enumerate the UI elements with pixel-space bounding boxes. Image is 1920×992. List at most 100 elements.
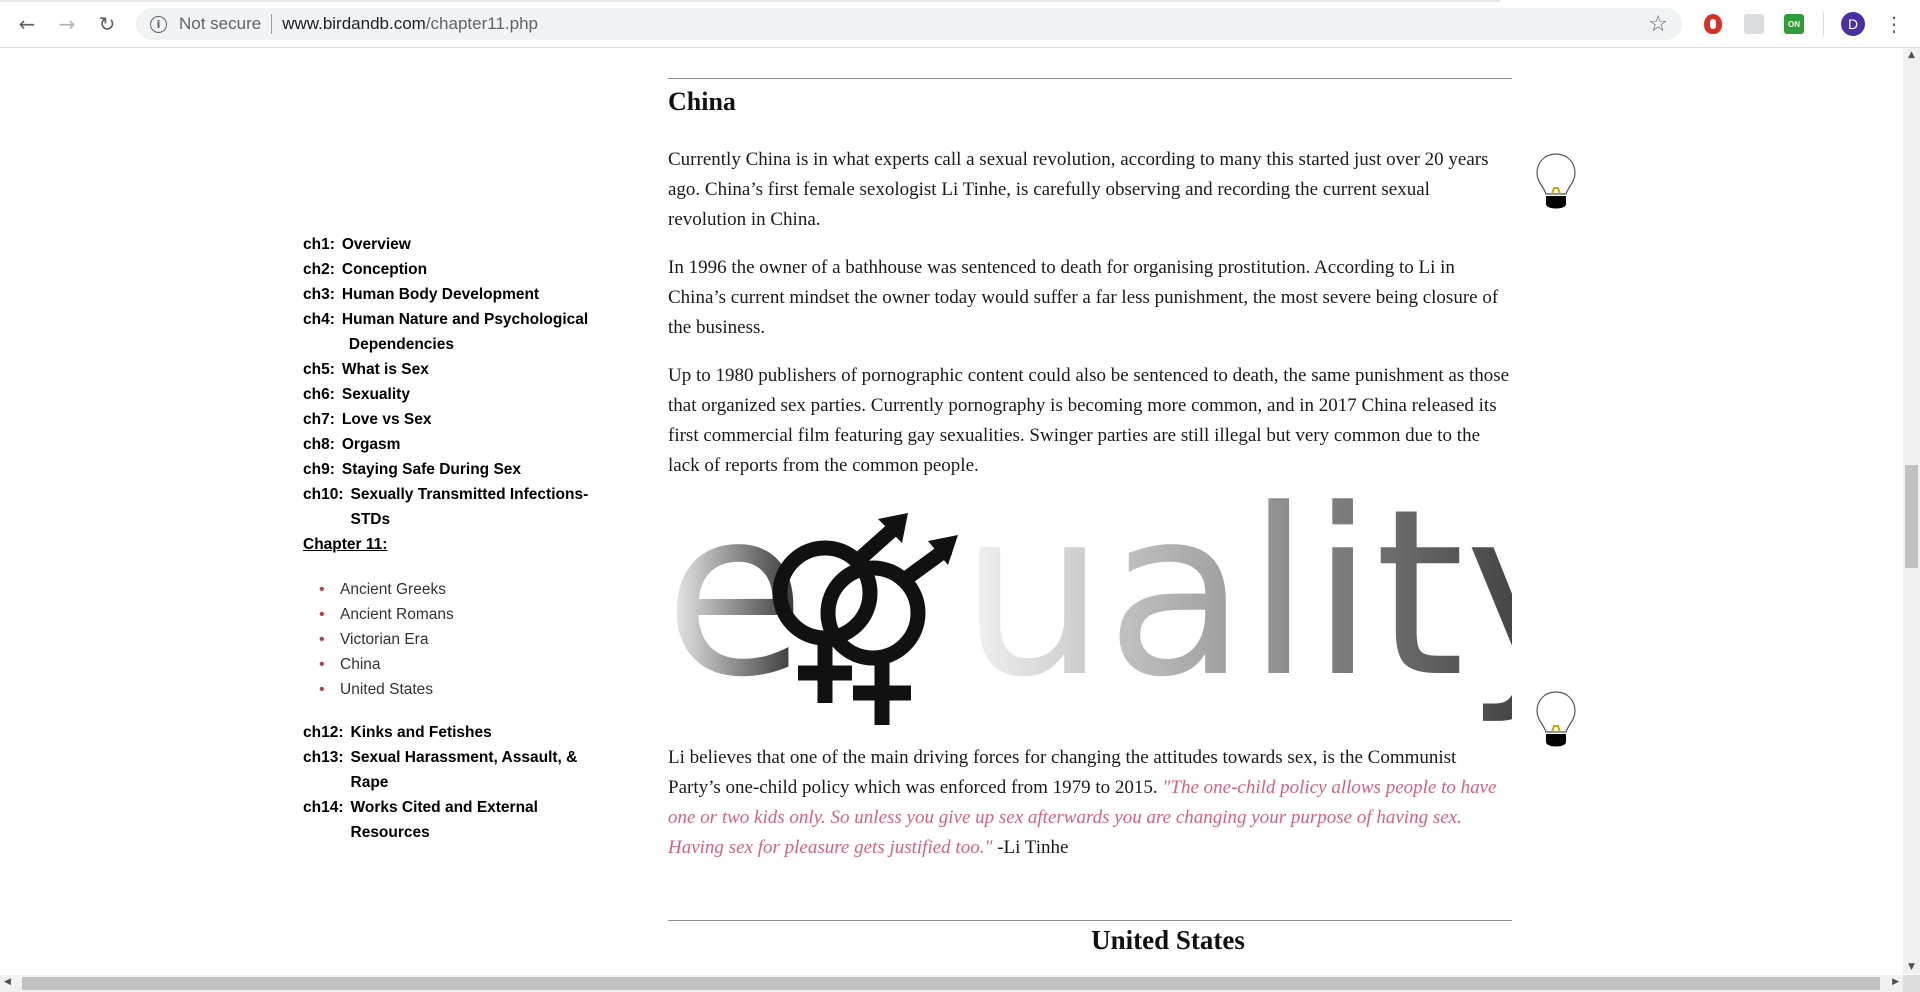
scroll-right-arrow-icon[interactable]: ▶ (1892, 977, 1899, 987)
url-path: /chapter11.php (425, 14, 538, 33)
pdf-extension-icon[interactable] (1744, 14, 1764, 34)
chapter-number: ch5: (303, 361, 335, 378)
chapter-title: Human Nature and Psychological Dependenc… (341, 311, 589, 353)
section-label: Ancient Greeks (340, 581, 446, 598)
section-link[interactable]: • Ancient Romans (303, 602, 593, 627)
chapter-number: ch13: (303, 749, 344, 766)
sidebar-chapter-link[interactable]: ch9: Staying Safe During Sex (303, 457, 593, 482)
security-label: Not secure (179, 14, 262, 33)
chapter-number: ch3: (303, 286, 335, 303)
sidebar-chapter-link[interactable]: ch3: Human Body Development (303, 282, 593, 307)
bullet-icon: • (319, 631, 325, 648)
url-host: www.birdandb.com (282, 14, 426, 33)
sidebar-chapter-link[interactable]: ch8: Orgasm (303, 432, 593, 457)
sidebar-chapter-link[interactable]: ch5: What is Sex (303, 357, 593, 382)
adblock-extension-icon[interactable] (1704, 14, 1722, 34)
chapter-number: ch2: (303, 261, 335, 278)
chapter-title: Sexually Transmitted Infections-STDs (350, 486, 589, 528)
browser-menu-icon[interactable]: ⋮ (1882, 12, 1906, 36)
chapter-title: Orgasm (341, 436, 401, 453)
lightbulb-icon[interactable] (1534, 690, 1578, 754)
arrow-right-icon: → (58, 12, 76, 36)
sidebar-chapter-link[interactable]: ch10: Sexually Transmitted Infections-STD… (303, 482, 593, 532)
section-link[interactable]: • China (303, 652, 593, 677)
paragraph-block: Li believes that one of the main driving… (668, 743, 1512, 863)
section-list: • Ancient Greeks • Ancient Romans • Victorian… (303, 577, 593, 702)
china-heading: China (668, 87, 736, 116)
sidebar-chapter-link[interactable]: ch13: Sexual Harassment, Assault, & Rape (303, 745, 593, 795)
section-label: Ancient Romans (340, 606, 454, 623)
back-button[interactable]: ← (15, 12, 39, 36)
sidebar-chapter-link[interactable]: ch14: Works Cited and External Resources (303, 795, 593, 845)
url-text[interactable]: www.birdandb.com/chapter11.php (282, 14, 538, 34)
scrollbar-corner (1903, 975, 1920, 992)
quote-attribution: -Li Tinhe (992, 837, 1069, 858)
chapter-number: ch4: (303, 311, 335, 328)
lightbulb-icon[interactable] (1534, 152, 1578, 216)
chapter-number: ch7: (303, 411, 335, 428)
bullet-icon: • (319, 656, 325, 673)
vertical-scrollbar[interactable]: ▲ ▼ (1903, 48, 1920, 974)
toggle-extension-icon[interactable]: ON (1784, 14, 1804, 34)
vertical-scroll-thumb[interactable] (1905, 465, 1918, 568)
chapter-title: Overview (341, 236, 411, 253)
address-separator (271, 14, 273, 34)
chapter-content: China Currently China is in what experts… (668, 78, 1512, 481)
section-link[interactable]: • Victorian Era (303, 627, 593, 652)
united-states-heading: United States (1091, 925, 1245, 955)
chapter-title: What is Sex (341, 361, 429, 378)
toolbar-separator (1823, 12, 1824, 36)
sidebar-chapter-link[interactable]: ch7: Love vs Sex (303, 407, 593, 432)
section-link[interactable]: • Ancient Greeks (303, 577, 593, 602)
bullet-icon: • (319, 581, 325, 598)
chapter-number: ch8: (303, 436, 335, 453)
chapter-title: Kinks and Fetishes (350, 724, 492, 741)
sidebar-chapter-link[interactable]: ch12: Kinks and Fetishes (303, 720, 593, 745)
sidebar-chapter-link[interactable]: ch1: Overview (303, 232, 593, 257)
paragraph: In 1996 the owner of a bathhouse was sen… (668, 257, 1499, 338)
chapter-title: Sexual Harassment, Assault, & Rape (350, 749, 578, 791)
section-divider (668, 78, 1512, 79)
horizontal-scroll-thumb[interactable] (22, 977, 1880, 990)
reload-button[interactable]: ↻ (95, 12, 119, 36)
horizontal-scrollbar[interactable]: ◀ ▶ (0, 975, 1903, 992)
chapter-title: Works Cited and External Resources (350, 799, 538, 841)
section-label: China (340, 656, 381, 673)
current-chapter-link[interactable]: Chapter 11: (303, 532, 593, 557)
arrow-left-icon: ← (18, 12, 36, 36)
equality-illustration: e uality (668, 493, 1512, 728)
chapter-list-after: ch12: Kinks and Fetishes ch13: Sexual Haras… (303, 720, 593, 845)
sidebar-chapter-link[interactable]: ch4: Human Nature and Psychological Depen… (303, 307, 593, 357)
sidebar-chapter-link[interactable]: ch6: Sexuality (303, 382, 593, 407)
scroll-down-arrow-icon[interactable]: ▼ (1903, 962, 1920, 972)
scroll-left-arrow-icon[interactable]: ◀ (4, 977, 11, 987)
page-load-bar (0, 0, 1500, 2)
browser-toolbar: ← → ↻ i Not secure www.birdandb.com/chap… (0, 0, 1920, 48)
chapter-list: ch1: Overview ch2: Conception ch3: Human Body… (303, 232, 593, 532)
chapter-number: ch1: (303, 236, 335, 253)
section-label: United States (340, 681, 434, 698)
chapter-sidebar: ch1: Overview ch2: Conception ch3: Human Body… (303, 232, 593, 845)
bullet-icon: • (319, 681, 325, 698)
chapter-title: Conception (341, 261, 428, 278)
info-icon[interactable]: i (150, 15, 167, 33)
paragraph: Currently China is in what experts call … (668, 149, 1489, 230)
equality-letters-uality: uality (960, 493, 1512, 728)
bookmark-star-icon[interactable]: ☆ (1648, 12, 1668, 37)
chapter-number: ch12: (303, 724, 344, 741)
chapter-title: Staying Safe During Sex (341, 461, 522, 478)
bullet-icon: • (319, 606, 325, 623)
chapter-title: Human Body Development (341, 286, 540, 303)
section-label: Victorian Era (340, 631, 429, 648)
chapter-number: ch10: (303, 486, 344, 503)
forward-button[interactable]: → (55, 12, 79, 36)
section-divider (668, 920, 1512, 921)
profile-avatar[interactable]: D (1841, 12, 1865, 36)
scroll-up-arrow-icon[interactable]: ▲ (1903, 50, 1920, 60)
section-link[interactable]: • United States (303, 677, 593, 702)
address-bar[interactable]: i Not secure www.birdandb.com/chapter11.… (136, 8, 1682, 40)
reload-icon: ↻ (98, 12, 116, 36)
chapter-number: ch9: (303, 461, 335, 478)
sidebar-chapter-link[interactable]: ch2: Conception (303, 257, 593, 282)
chapter-number: ch14: (303, 799, 344, 816)
